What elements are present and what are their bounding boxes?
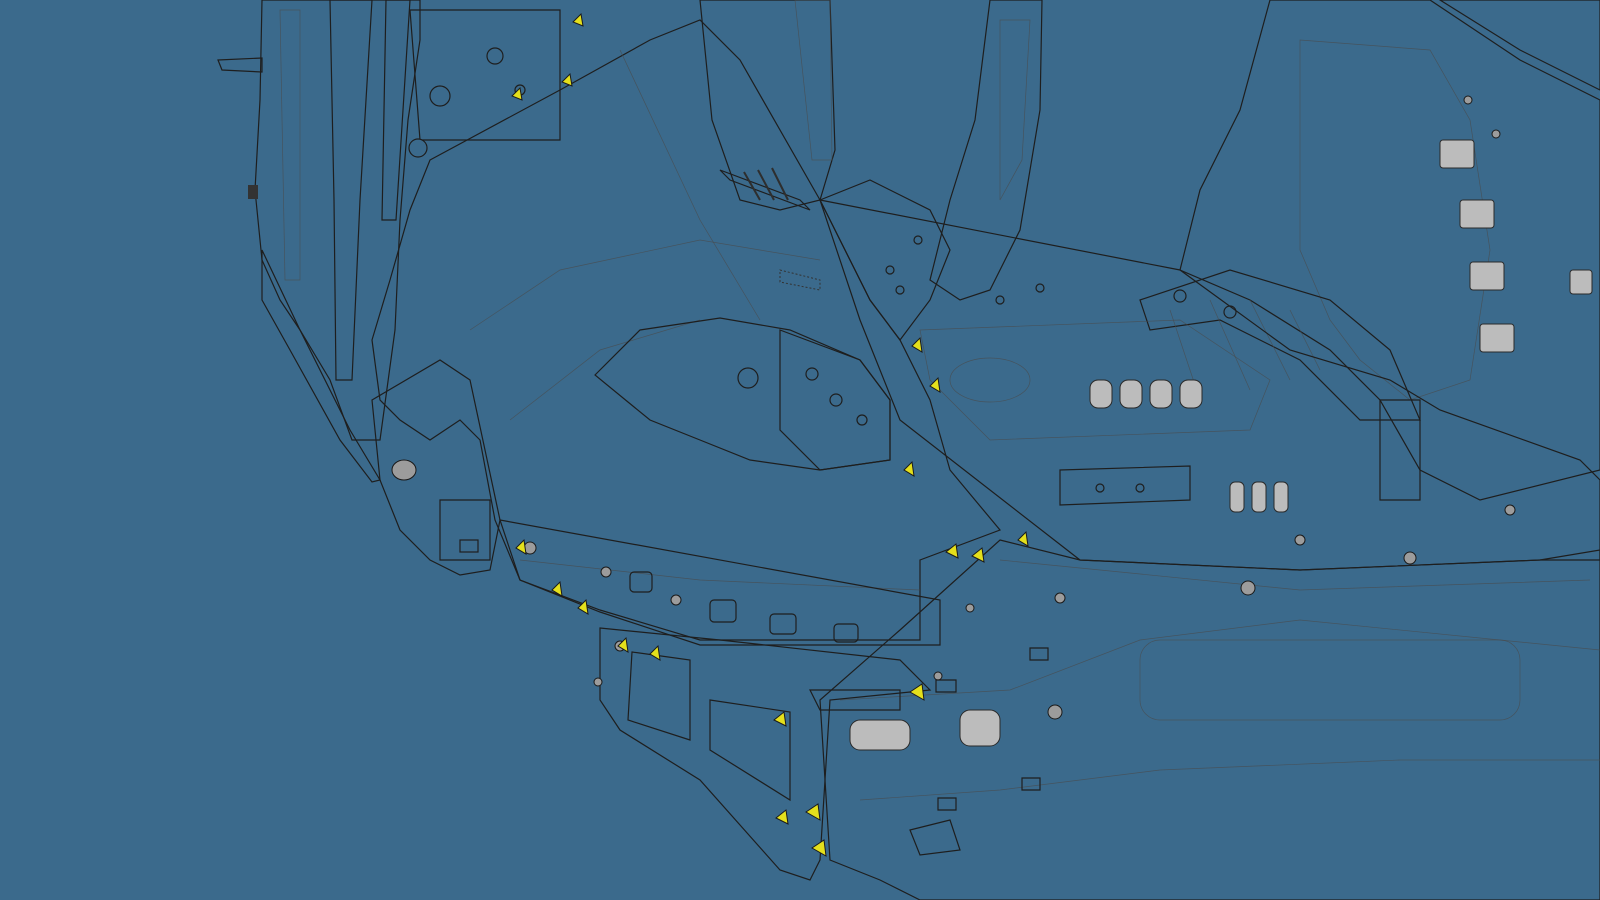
- weld-point-triangle-icon[interactable]: [515, 538, 527, 555]
- right-roof-rail: [1438, 0, 1600, 91]
- 3d-model-viewport[interactable]: [0, 0, 1600, 900]
- weld-point-triangle-icon[interactable]: [805, 803, 821, 821]
- weld-point-triangle-icon[interactable]: [561, 72, 573, 87]
- weld-point-triangle-icon[interactable]: [1017, 530, 1029, 547]
- weld-point-triangle-icon[interactable]: [945, 543, 959, 559]
- rear-back-panel: [819, 504, 1600, 900]
- weld-point-triangle-icon[interactable]: [911, 336, 923, 353]
- weld-point-triangle-icon[interactable]: [649, 644, 661, 661]
- dark-rear-lower-panel: [593, 627, 932, 881]
- weld-point-markers: [511, 12, 1029, 857]
- weld-point-triangle-icon[interactable]: [773, 711, 787, 727]
- weld-point-triangle-icon[interactable]: [909, 683, 925, 701]
- car-body-model[interactable]: [0, 0, 1600, 900]
- weld-point-triangle-icon[interactable]: [929, 376, 941, 393]
- weld-point-triangle-icon[interactable]: [903, 460, 915, 477]
- weld-point-triangle-icon[interactable]: [775, 809, 789, 825]
- upper-c-pillar-frames: [699, 0, 1043, 301]
- right-wheelhouse-panel: [1139, 0, 1600, 501]
- left-wheel-arch-inner: [371, 359, 501, 576]
- weld-point-triangle-icon[interactable]: [811, 839, 827, 857]
- weld-point-triangle-icon[interactable]: [572, 12, 584, 27]
